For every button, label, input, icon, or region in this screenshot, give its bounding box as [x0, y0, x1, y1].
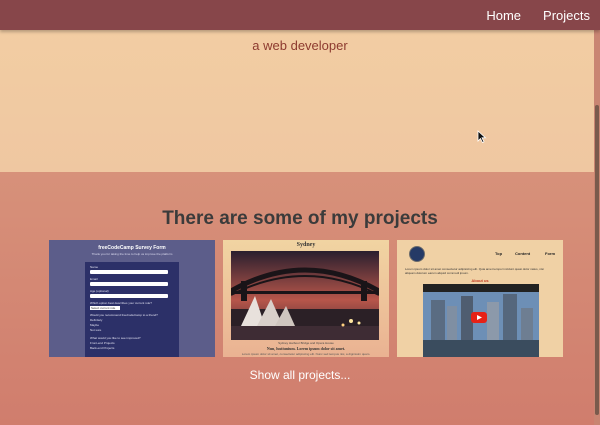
navbar: Home Projects [0, 0, 600, 30]
nav-link-home[interactable]: Home [486, 8, 521, 23]
survey-form-panel: Name Email Age (optional) Which option b… [85, 262, 179, 357]
sydney-harbour-photo [231, 251, 379, 340]
sydney-title: Sydney [296, 242, 316, 248]
project-tile-survey-form[interactable]: freeCodeCamp Survey Form Thank you for t… [49, 240, 215, 357]
sydney-caption: Sydney Harbour Bridge and Opera House [278, 341, 334, 345]
nav-link-projects[interactable]: Projects [543, 8, 590, 23]
projects-section: There are some of my projects freeCodeCa… [0, 172, 600, 425]
checkbox-option: Back-end Projects [90, 346, 115, 350]
checkbox-option: Front-end Projects [90, 341, 115, 345]
project-tile-portfolio[interactable]: Top Content Form Lorem ipsum dolor sit a… [397, 240, 563, 357]
projects-title: There are some of my projects [162, 208, 438, 229]
hero-subtitle: a web developer [252, 38, 348, 53]
survey-title: freeCodeCamp Survey Form [98, 245, 166, 251]
radio-option: Not sure [90, 328, 102, 332]
tile-nav-content: Content [515, 251, 531, 256]
tile-intro-text: Lorem ipsum dolor sit amet consectetur a… [405, 267, 544, 275]
hero-section: a web developer [0, 30, 600, 172]
improve-question: What would you like to see improved? [90, 336, 141, 340]
role-select: Select current role [90, 306, 120, 310]
email-input [90, 282, 168, 286]
field-label-age: Age (optional) [90, 289, 109, 293]
tile-about-heading: About us [471, 278, 489, 283]
logo [409, 246, 425, 262]
tile-nav-top: Top [495, 251, 503, 256]
scrollbar-thumb[interactable] [595, 105, 599, 415]
video-thumbnail [423, 284, 539, 357]
sydney-body: Lorem ipsum dolor sit amet, consectetur … [241, 352, 371, 356]
mouse-cursor-icon [477, 130, 487, 143]
field-label-email: Email [90, 277, 98, 281]
radio-option: Definitely [90, 318, 103, 322]
recommend-question: Would you recommend freeCodeCamp to a fr… [90, 313, 158, 317]
field-label-name: Name [90, 265, 99, 269]
survey-description: Thank you for taking the time to help us… [91, 252, 173, 256]
radio-option: Maybe [90, 323, 100, 327]
sydney-heading: Nun, lustiunium. Lorem ipsum dolor sit a… [266, 346, 346, 351]
age-input [90, 294, 168, 298]
tile-nav-form: Form [545, 251, 555, 256]
project-tile-sydney[interactable]: Sydney Sydney Harbour Bridge and Opera H… [223, 240, 389, 357]
name-input [90, 270, 168, 274]
show-all-projects-link[interactable]: Show all projects... [0, 368, 600, 382]
role-question: Which option best describes your current… [90, 301, 152, 305]
